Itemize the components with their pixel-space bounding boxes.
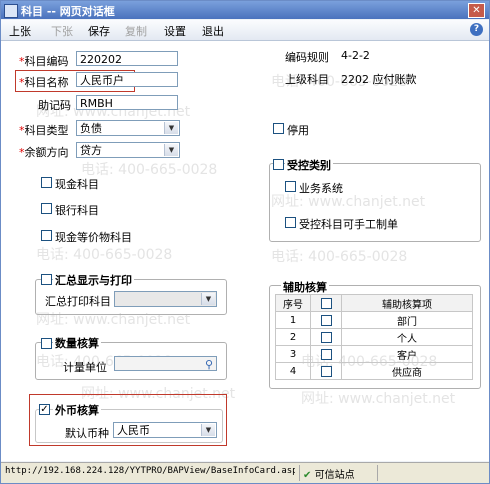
rule-value: 4-2-2: [341, 49, 370, 62]
status-bar: http://192.168.224.128/YYTPRO/BAPView/Ba…: [1, 462, 489, 483]
qty-title: 数量核算: [53, 335, 101, 351]
status-url: http://192.168.224.128/YYTPRO/BAPView/Ba…: [5, 466, 295, 476]
row-check-cell[interactable]: [310, 362, 342, 380]
type-label: *科目类型: [19, 124, 69, 137]
chevron-down-icon[interactable]: ▼: [201, 424, 215, 436]
row-name: 客户: [341, 345, 473, 363]
close-icon[interactable]: ✕: [468, 3, 485, 18]
currency-label: 默认币种: [65, 427, 109, 440]
summary-print-label: 汇总打印科目: [45, 295, 111, 308]
parent-label: 上级科目: [285, 73, 329, 86]
disabled-label: 停用: [287, 124, 309, 137]
prev-button[interactable]: 上张: [9, 23, 31, 39]
row-no: 1: [275, 311, 311, 329]
table-row[interactable]: 4 供应商: [275, 362, 473, 380]
row-check-cell[interactable]: [310, 311, 342, 329]
row-name: 个人: [341, 328, 473, 346]
type-select[interactable]: 负债 ▼: [76, 120, 180, 136]
code-label: *科目编码: [19, 55, 69, 68]
col-no-header: 序号: [275, 294, 311, 312]
row-check-cell[interactable]: [310, 345, 342, 363]
status-divider: [377, 465, 378, 481]
check-icon: ✔: [303, 470, 312, 481]
row-name: 供应商: [341, 362, 473, 380]
cash-label: 现金科目: [55, 178, 99, 191]
bank-label: 银行科目: [55, 204, 99, 217]
row-no: 2: [275, 328, 311, 346]
business-checkbox[interactable]: [285, 181, 296, 192]
controlled-checkbox[interactable]: [273, 159, 284, 170]
disabled-checkbox[interactable]: [273, 123, 284, 134]
title-bar[interactable]: 科目 -- 网页对话框 ✕: [1, 1, 489, 19]
row-checkbox[interactable]: [320, 349, 332, 360]
row-name: 部门: [341, 311, 473, 329]
direction-label: *余额方向: [19, 146, 69, 159]
direction-select[interactable]: 贷方 ▼: [76, 142, 180, 158]
save-button[interactable]: 保存: [88, 23, 110, 39]
row-check-cell[interactable]: [310, 328, 342, 346]
fx-checkbox[interactable]: ✓: [39, 404, 50, 415]
row-checkbox[interactable]: [320, 315, 332, 326]
toolbar: 上张 下张 保存 复制 设置 退出 ?: [1, 20, 489, 41]
parent-value: 2202 应付账款: [341, 73, 417, 86]
search-icon[interactable]: ⚲: [205, 357, 213, 370]
aux-table-header: 序号 辅助核算项: [275, 294, 473, 312]
app-icon: [4, 4, 18, 18]
settings-button[interactable]: 设置: [164, 23, 186, 39]
status-divider: [299, 465, 300, 481]
aux-title: 辅助核算: [281, 279, 329, 295]
watermark-phone: 电话: 400-665-0028: [36, 247, 173, 263]
watermark-site: 网址: www.chanjet.net: [301, 391, 456, 407]
col-item-header: 辅助核算项: [341, 294, 473, 312]
aux-table: 序号 辅助核算项 1 部门 2 个人 3 客户 4 供应商: [275, 294, 473, 380]
summary-print-select[interactable]: ▼: [114, 291, 217, 307]
manual-checkbox[interactable]: [285, 217, 296, 228]
chevron-down-icon[interactable]: ▼: [164, 122, 178, 134]
chevron-down-icon[interactable]: ▼: [201, 293, 215, 305]
fx-title: 外币核算: [53, 402, 101, 418]
currency-select[interactable]: 人民币 ▼: [113, 422, 217, 438]
rule-label: 编码规则: [285, 51, 329, 64]
dialog-window: 科目 -- 网页对话框 ✕ 上张 下张 保存 复制 设置 退出 ? 电话: 40…: [0, 0, 490, 484]
col-check-header[interactable]: [310, 294, 342, 312]
unit-input[interactable]: ⚲: [114, 356, 217, 371]
watermark-phone: 电话: 400-665-0028: [81, 162, 218, 178]
mnemonic-input[interactable]: RMBH: [76, 95, 178, 110]
qty-checkbox[interactable]: [41, 338, 52, 349]
equiv-label: 现金等价物科目: [55, 231, 132, 244]
window-title: 科目 -- 网页对话框: [21, 5, 115, 18]
row-checkbox[interactable]: [320, 366, 332, 377]
unit-label: 计量单位: [63, 361, 107, 374]
bank-checkbox[interactable]: [41, 203, 52, 214]
select-all-checkbox[interactable]: [320, 298, 332, 309]
trusted-zone: ✔ 可信站点: [303, 470, 355, 481]
table-row[interactable]: 3 客户: [275, 345, 473, 363]
summary-title: 汇总显示与打印: [53, 272, 134, 288]
next-button[interactable]: 下张: [51, 23, 73, 39]
equiv-checkbox[interactable]: [41, 230, 52, 241]
row-no: 3: [275, 345, 311, 363]
chevron-down-icon[interactable]: ▼: [164, 144, 178, 156]
help-icon[interactable]: ?: [470, 23, 483, 36]
code-input[interactable]: 220202: [76, 51, 178, 66]
mnemonic-label: 助记码: [38, 99, 71, 112]
name-label: *科目名称: [19, 76, 69, 89]
summary-checkbox[interactable]: [41, 274, 52, 285]
row-no: 4: [275, 362, 311, 380]
form-area: 电话: 400-665-0028 网址: www.chanjet.net 电话:…: [1, 41, 489, 461]
business-label: 业务系统: [299, 182, 343, 195]
manual-label: 受控科目可手工制单: [299, 218, 398, 231]
controlled-title: 受控类别: [285, 157, 333, 173]
row-checkbox[interactable]: [320, 332, 332, 343]
name-input[interactable]: 人民币户: [76, 72, 178, 87]
exit-button[interactable]: 退出: [202, 23, 224, 39]
cash-checkbox[interactable]: [41, 177, 52, 188]
watermark-phone: 电话: 400-665-0028: [271, 249, 408, 265]
copy-button[interactable]: 复制: [125, 23, 147, 39]
table-row[interactable]: 2 个人: [275, 328, 473, 346]
table-row[interactable]: 1 部门: [275, 311, 473, 329]
